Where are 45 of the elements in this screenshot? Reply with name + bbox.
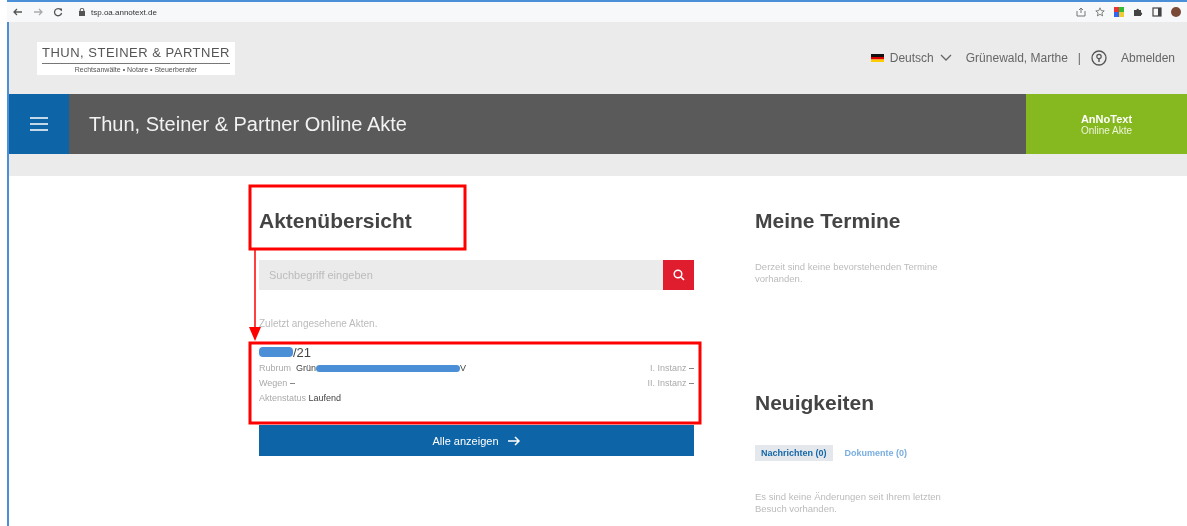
empty-message: Es sind keine Änderungen seit Ihrem letzten Besuch vorhanden.: [755, 490, 942, 516]
field-value: Laufend: [308, 392, 342, 403]
star-icon[interactable]: [1095, 7, 1105, 17]
back-icon[interactable]: [13, 7, 23, 17]
show-all-button[interactable]: Alle anzeigen: [259, 425, 694, 456]
language-dropdown[interactable]: Deutsch: [889, 51, 934, 65]
field-label: Wegen: [259, 377, 288, 388]
puzzle-icon[interactable]: [1133, 7, 1143, 17]
field-value: Grün: [296, 362, 317, 373]
share-icon[interactable]: [1076, 7, 1086, 17]
menu-icon[interactable]: [29, 116, 49, 132]
field-label: Rubrum: [259, 362, 291, 373]
field-label: I. Instanz: [649, 362, 687, 373]
search-icon[interactable]: [672, 269, 685, 281]
lock-icon: [79, 8, 85, 16]
extension-icon[interactable]: [1114, 7, 1124, 17]
field-value: –: [689, 377, 694, 388]
app-title: Thun, Steiner & Partner Online Akte: [89, 112, 408, 136]
arrow-right-icon: [506, 435, 521, 446]
section-title: Meine Termine: [755, 210, 902, 231]
file-number-link[interactable]: /21: [293, 344, 312, 360]
news-tab[interactable]: Nachrichten (0): [755, 444, 833, 461]
chevron-down-icon[interactable]: [939, 54, 952, 62]
field-value: –: [289, 377, 295, 388]
logout-link[interactable]: Abmelden: [1120, 51, 1175, 65]
section-title: Aktenübersicht: [259, 210, 413, 231]
field-label: Aktenstatus: [259, 392, 307, 403]
reload-icon[interactable]: [53, 7, 63, 17]
field-value: –: [689, 362, 694, 373]
field-label: II. Instanz: [647, 377, 687, 388]
search-button[interactable]: [663, 260, 694, 290]
separator: |: [1077, 51, 1081, 65]
menu-button[interactable]: [9, 94, 69, 154]
section-title: Neuigkeiten: [755, 391, 876, 413]
user-name: Grünewald, Marthe: [965, 51, 1068, 65]
empty-message: Derzeit sind keine bevorstehenden Termine vorhanden.: [755, 261, 939, 286]
avatar-icon[interactable]: [1171, 7, 1181, 17]
brand-name: AnNoText: [1080, 112, 1133, 125]
redaction-mark: [259, 347, 293, 357]
german-flag-icon: [870, 54, 884, 62]
recent-label: Zuletzt angesehene Akten.: [259, 318, 379, 329]
field-value: V: [460, 362, 467, 373]
logo-name: THUN, STEINER & PARTNER: [42, 44, 230, 64]
brand-subtitle: Online Akte: [1080, 124, 1133, 136]
sidebar-icon[interactable]: [1152, 7, 1162, 17]
